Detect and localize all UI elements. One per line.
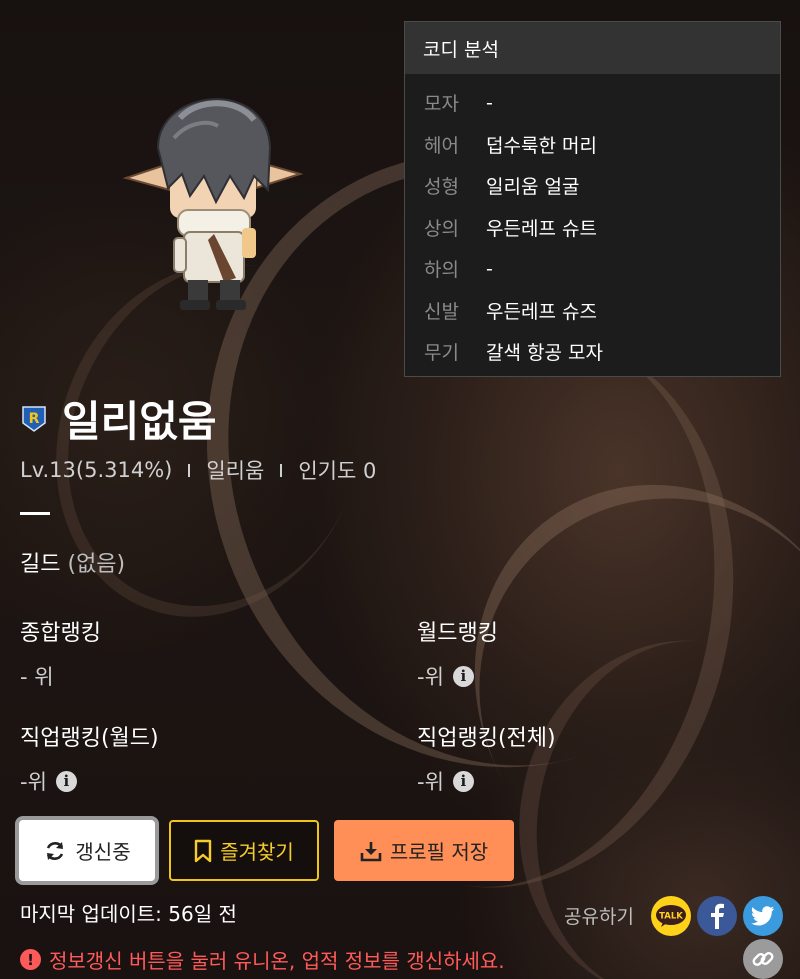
job-world-ranking-label: 직업랭킹(월드) [20, 726, 159, 751]
codi-key: 모자 [424, 93, 459, 116]
refresh-button[interactable]: 갱신중 [15, 816, 159, 885]
codi-analysis-panel: 코디 분석 모자 - 헤어 덥수룩한 머리 성형 일리움 얼굴 상의 우든레프 … [404, 21, 781, 377]
twitter-share-button[interactable] [743, 896, 783, 936]
twitter-icon [751, 906, 774, 926]
world-ranking-label: 월드랭킹 [417, 621, 498, 646]
job-all-ranking: 직업랭킹(전체) -위 i [417, 720, 556, 796]
character-name: 일리없움 [62, 397, 217, 446]
favorite-button[interactable]: 즐겨찾기 [169, 820, 319, 881]
download-icon [360, 841, 382, 861]
character-name-row: R 일리없움 [20, 388, 217, 449]
job-world-ranking: 직업랭킹(월드) -위 i [20, 720, 159, 796]
world-reboot-icon: R [22, 405, 46, 432]
save-profile-button[interactable]: 프로필 저장 [334, 820, 514, 881]
codi-title: 코디 분석 [405, 22, 780, 74]
codi-value: 덥수룩한 머리 [486, 134, 597, 157]
kakao-talk-share-button[interactable]: TALK [651, 896, 691, 936]
codi-value: 우든레프 슈트 [486, 217, 597, 240]
kakao-talk-icon: TALK [656, 905, 686, 927]
world-ranking: 월드랭킹 -위 i [417, 615, 498, 691]
codi-value: 일리움 얼굴 [486, 176, 580, 199]
guild-info: 길드 (없음) [20, 546, 125, 578]
codi-item-bottom: 하의 - [405, 248, 780, 290]
info-icon[interactable]: i [452, 770, 474, 792]
info-icon[interactable]: i [452, 665, 474, 687]
overall-ranking: 종합랭킹 - 위 [20, 615, 101, 691]
save-profile-button-label: 프로필 저장 [389, 840, 489, 864]
codi-key: 무기 [424, 342, 459, 365]
divider [20, 512, 50, 515]
codi-key: 하의 [424, 259, 459, 282]
character-popularity: 인기도 0 [298, 459, 377, 483]
share-label: 공유하기 [564, 906, 634, 928]
guild-value: (없음) [67, 552, 126, 577]
character-job: 일리움 [206, 459, 265, 483]
job-world-ranking-value: -위 [20, 770, 47, 794]
codi-value: 갈색 항공 모자 [486, 342, 603, 365]
refresh-button-label: 갱신중 [75, 840, 131, 864]
character-summary: Lv.13(5.314%) 일리움 인기도 0 [20, 455, 376, 485]
separator [188, 463, 191, 477]
facebook-share-button[interactable] [697, 896, 737, 936]
refresh-notice-text: 정보갱신 버튼을 눌러 유니온, 업적 정보를 갱신하세요. [49, 949, 505, 973]
refresh-icon [47, 841, 64, 860]
codi-item-hair: 헤어 덥수룩한 머리 [405, 124, 780, 166]
favorite-button-label: 즐겨찾기 [220, 840, 294, 864]
world-ranking-value: -위 [417, 665, 444, 689]
codi-value: 우든레프 슈즈 [486, 300, 597, 323]
warning-icon: ! [20, 949, 41, 970]
codi-item-top: 상의 우든레프 슈트 [405, 207, 780, 249]
overall-ranking-label: 종합랭킹 [20, 621, 101, 646]
info-icon[interactable]: i [55, 770, 77, 792]
codi-item-shoes: 신발 우든레프 슈즈 [405, 290, 780, 332]
guild-label: 길드 [20, 552, 61, 577]
codi-key: 신발 [424, 300, 459, 323]
refresh-notice: ! 정보갱신 버튼을 눌러 유니온, 업적 정보를 갱신하세요. [20, 945, 505, 974]
facebook-icon [711, 903, 724, 929]
codi-key: 헤어 [424, 134, 459, 157]
codi-key: 성형 [424, 176, 459, 199]
svg-text:TALK: TALK [659, 912, 683, 922]
svg-text:R: R [29, 411, 40, 427]
codi-item-face: 성형 일리움 얼굴 [405, 165, 780, 207]
bookmark-icon [194, 839, 212, 862]
job-all-ranking-value: -위 [417, 770, 444, 794]
character-level: Lv.13(5.314%) [20, 458, 173, 482]
last-update-text: 마지막 업데이트: 56일 전 [20, 902, 237, 926]
overall-ranking-value: - 위 [20, 665, 54, 689]
codi-key: 상의 [424, 217, 459, 240]
separator [280, 463, 283, 477]
link-icon [752, 952, 774, 966]
job-all-ranking-label: 직업랭킹(전체) [417, 726, 556, 751]
codi-item-weapon: 무기 갈색 항공 모자 [405, 331, 780, 373]
codi-item-hat: 모자 - [405, 82, 780, 124]
copy-link-button[interactable] [743, 939, 783, 979]
character-avatar [122, 98, 304, 310]
codi-value: - [486, 91, 493, 114]
codi-value: - [486, 257, 493, 280]
